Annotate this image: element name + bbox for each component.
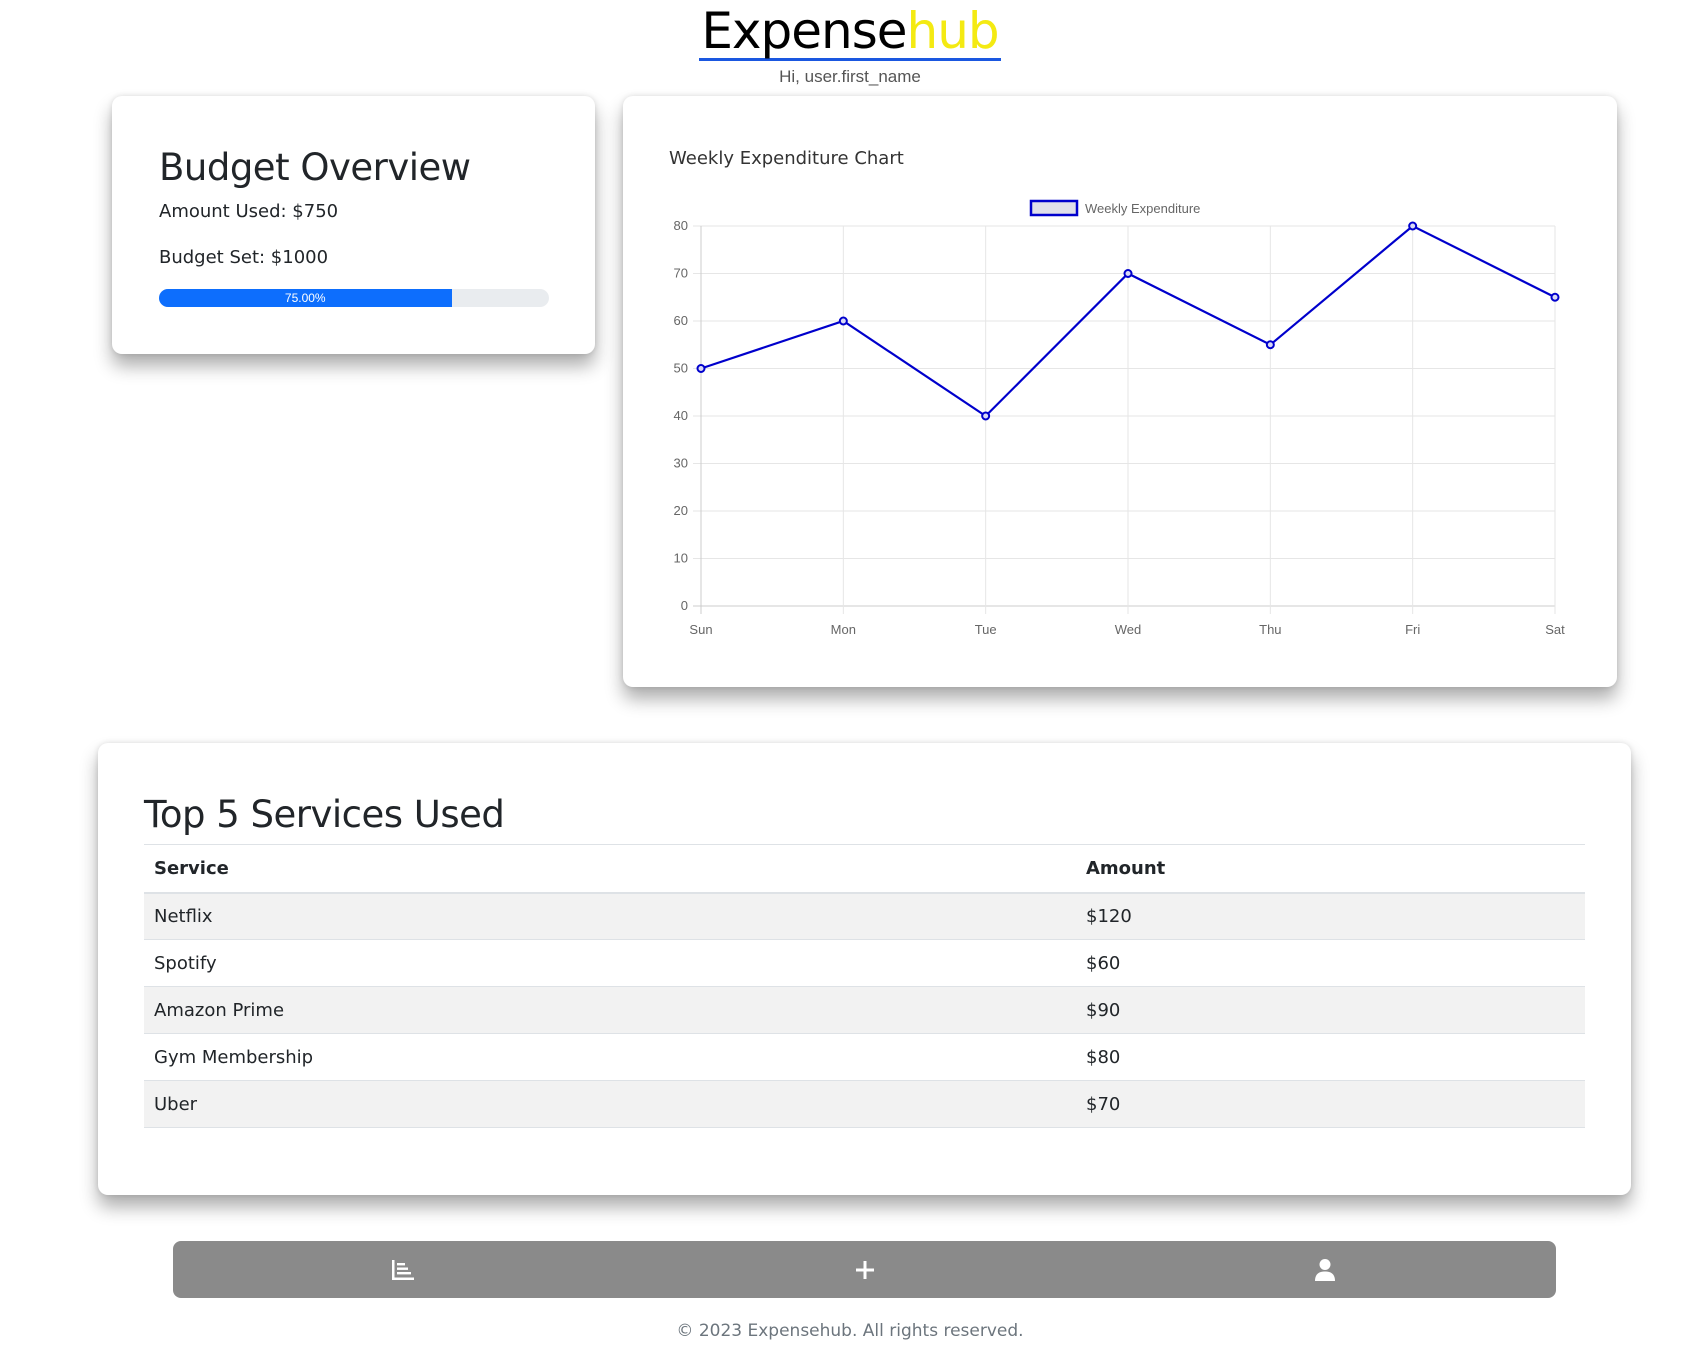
table-row: Gym Membership $80 — [144, 1033, 1585, 1081]
weekly-expenditure-card: Weekly Expenditure Chart 0 10 20 30 40 50 60 70 8… — [623, 96, 1617, 687]
greeting: Hi, user.first_name — [779, 67, 921, 86]
service-amount: $80 — [1076, 1033, 1585, 1081]
table-header-row: Service Amount — [144, 844, 1585, 894]
data-point — [1265, 340, 1275, 350]
budget-title: Budget Overview — [159, 146, 471, 189]
data-point — [981, 411, 991, 421]
budget-progress: 75.00% — [159, 289, 549, 307]
y-tick-label: 10 — [674, 551, 688, 566]
logo[interactable]: Expensehub — [0, 2, 1700, 61]
data-point — [838, 316, 848, 326]
amount-used: Amount Used: $750 — [159, 201, 339, 222]
data-point — [696, 364, 706, 373]
table-row: Spotify $60 — [144, 939, 1585, 987]
top-services-card: Top 5 Services Used Service Amount Netfl… — [98, 743, 1631, 1195]
y-tick-label: 0 — [681, 598, 688, 613]
service-name: Uber — [144, 1080, 1076, 1128]
data-point — [1408, 221, 1418, 231]
x-tick-label: Thu — [1259, 622, 1281, 637]
nav-dashboard-button[interactable] — [343, 1241, 463, 1298]
plus-icon — [856, 1260, 874, 1279]
services-title: Top 5 Services Used — [144, 793, 505, 836]
table-row: Uber $70 — [144, 1080, 1585, 1128]
x-tick-label: Fri — [1405, 622, 1420, 637]
table-row: Netflix $120 — [144, 892, 1585, 940]
header-service: Service — [144, 844, 1076, 894]
y-tick-label: 70 — [674, 266, 688, 281]
service-amount: $120 — [1076, 892, 1585, 940]
header-amount: Amount — [1076, 844, 1585, 894]
y-tick-label: 20 — [674, 503, 688, 518]
x-tick-label: Tue — [975, 622, 997, 637]
service-name: Spotify — [144, 939, 1076, 987]
bar-chart-icon — [392, 1259, 414, 1280]
y-tick-label: 50 — [674, 361, 688, 376]
footer: © 2023 Expensehub. All rights reserved. — [676, 1321, 1024, 1341]
legend-label: Weekly Expenditure — [1085, 201, 1200, 216]
legend-swatch — [1029, 199, 1079, 217]
x-tick-label: Wed — [1115, 622, 1142, 637]
chart-title: Weekly Expenditure Chart — [669, 148, 904, 169]
services-table: Service Amount Netflix $120 Spotify $60 … — [144, 844, 1585, 1128]
table-row: Amazon Prime $90 — [144, 986, 1585, 1034]
weekly-expenditure-chart: Weekly Expenditure Chart 0 10 20 30 40 50 60 70 8… — [669, 148, 1565, 637]
budget-progress-bar: 75.00% — [159, 289, 452, 307]
data-point — [1123, 269, 1133, 278]
nav-profile-button[interactable] — [1265, 1241, 1385, 1298]
x-tick-label: Sun — [689, 622, 712, 637]
service-name: Gym Membership — [144, 1033, 1076, 1081]
logo-text-hub: hub — [906, 2, 1000, 60]
service-amount: $60 — [1076, 939, 1585, 987]
nav-add-button[interactable] — [805, 1241, 925, 1298]
y-tick-label: 40 — [674, 408, 688, 423]
data-point — [1550, 292, 1560, 302]
y-tick-label: 60 — [674, 313, 688, 328]
logo-text-expense: Expense — [701, 2, 907, 60]
service-name: Amazon Prime — [144, 986, 1076, 1034]
x-tick-label: Mon — [831, 622, 856, 637]
x-tick-label: Sat — [1545, 622, 1565, 637]
y-tick-label: 80 — [674, 218, 688, 233]
user-icon — [1315, 1258, 1335, 1281]
budget-set: Budget Set: $1000 — [159, 247, 329, 268]
budget-overview-card: Budget Overview Amount Used: $750 Budget… — [112, 96, 595, 354]
service-name: Netflix — [144, 892, 1076, 940]
bottom-nav — [173, 1241, 1556, 1298]
service-amount: $90 — [1076, 986, 1585, 1034]
y-tick-label: 30 — [674, 456, 688, 471]
service-amount: $70 — [1076, 1080, 1585, 1128]
